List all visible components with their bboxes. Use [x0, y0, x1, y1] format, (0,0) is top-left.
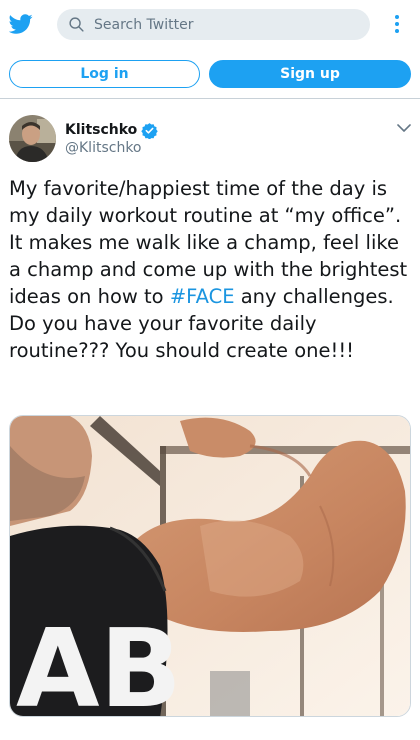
sign-up-button[interactable]: Sign up [209, 60, 411, 88]
tweet-photo[interactable]: AB [9, 415, 411, 717]
twitter-bird-icon[interactable] [9, 12, 33, 36]
header-divider [0, 98, 420, 99]
author-name[interactable]: Klitschko [65, 122, 137, 138]
hashtag-link[interactable]: #FACE [170, 285, 235, 308]
top-bar [0, 0, 420, 50]
search-input[interactable] [94, 9, 354, 40]
log-in-button[interactable]: Log in [9, 60, 200, 88]
search-box[interactable] [57, 9, 370, 40]
author-name-row[interactable]: Klitschko [65, 121, 159, 139]
shirt-print-text: AB [16, 607, 182, 717]
search-icon [69, 17, 84, 32]
verified-badge-icon [141, 122, 159, 139]
avatar[interactable] [9, 115, 56, 162]
more-vertical-icon[interactable] [389, 12, 405, 36]
author-handle[interactable]: @Klitschko [65, 140, 142, 156]
chevron-down-icon[interactable] [395, 120, 413, 136]
tweet-text: My favorite/happiest time of the day is … [9, 175, 413, 364]
